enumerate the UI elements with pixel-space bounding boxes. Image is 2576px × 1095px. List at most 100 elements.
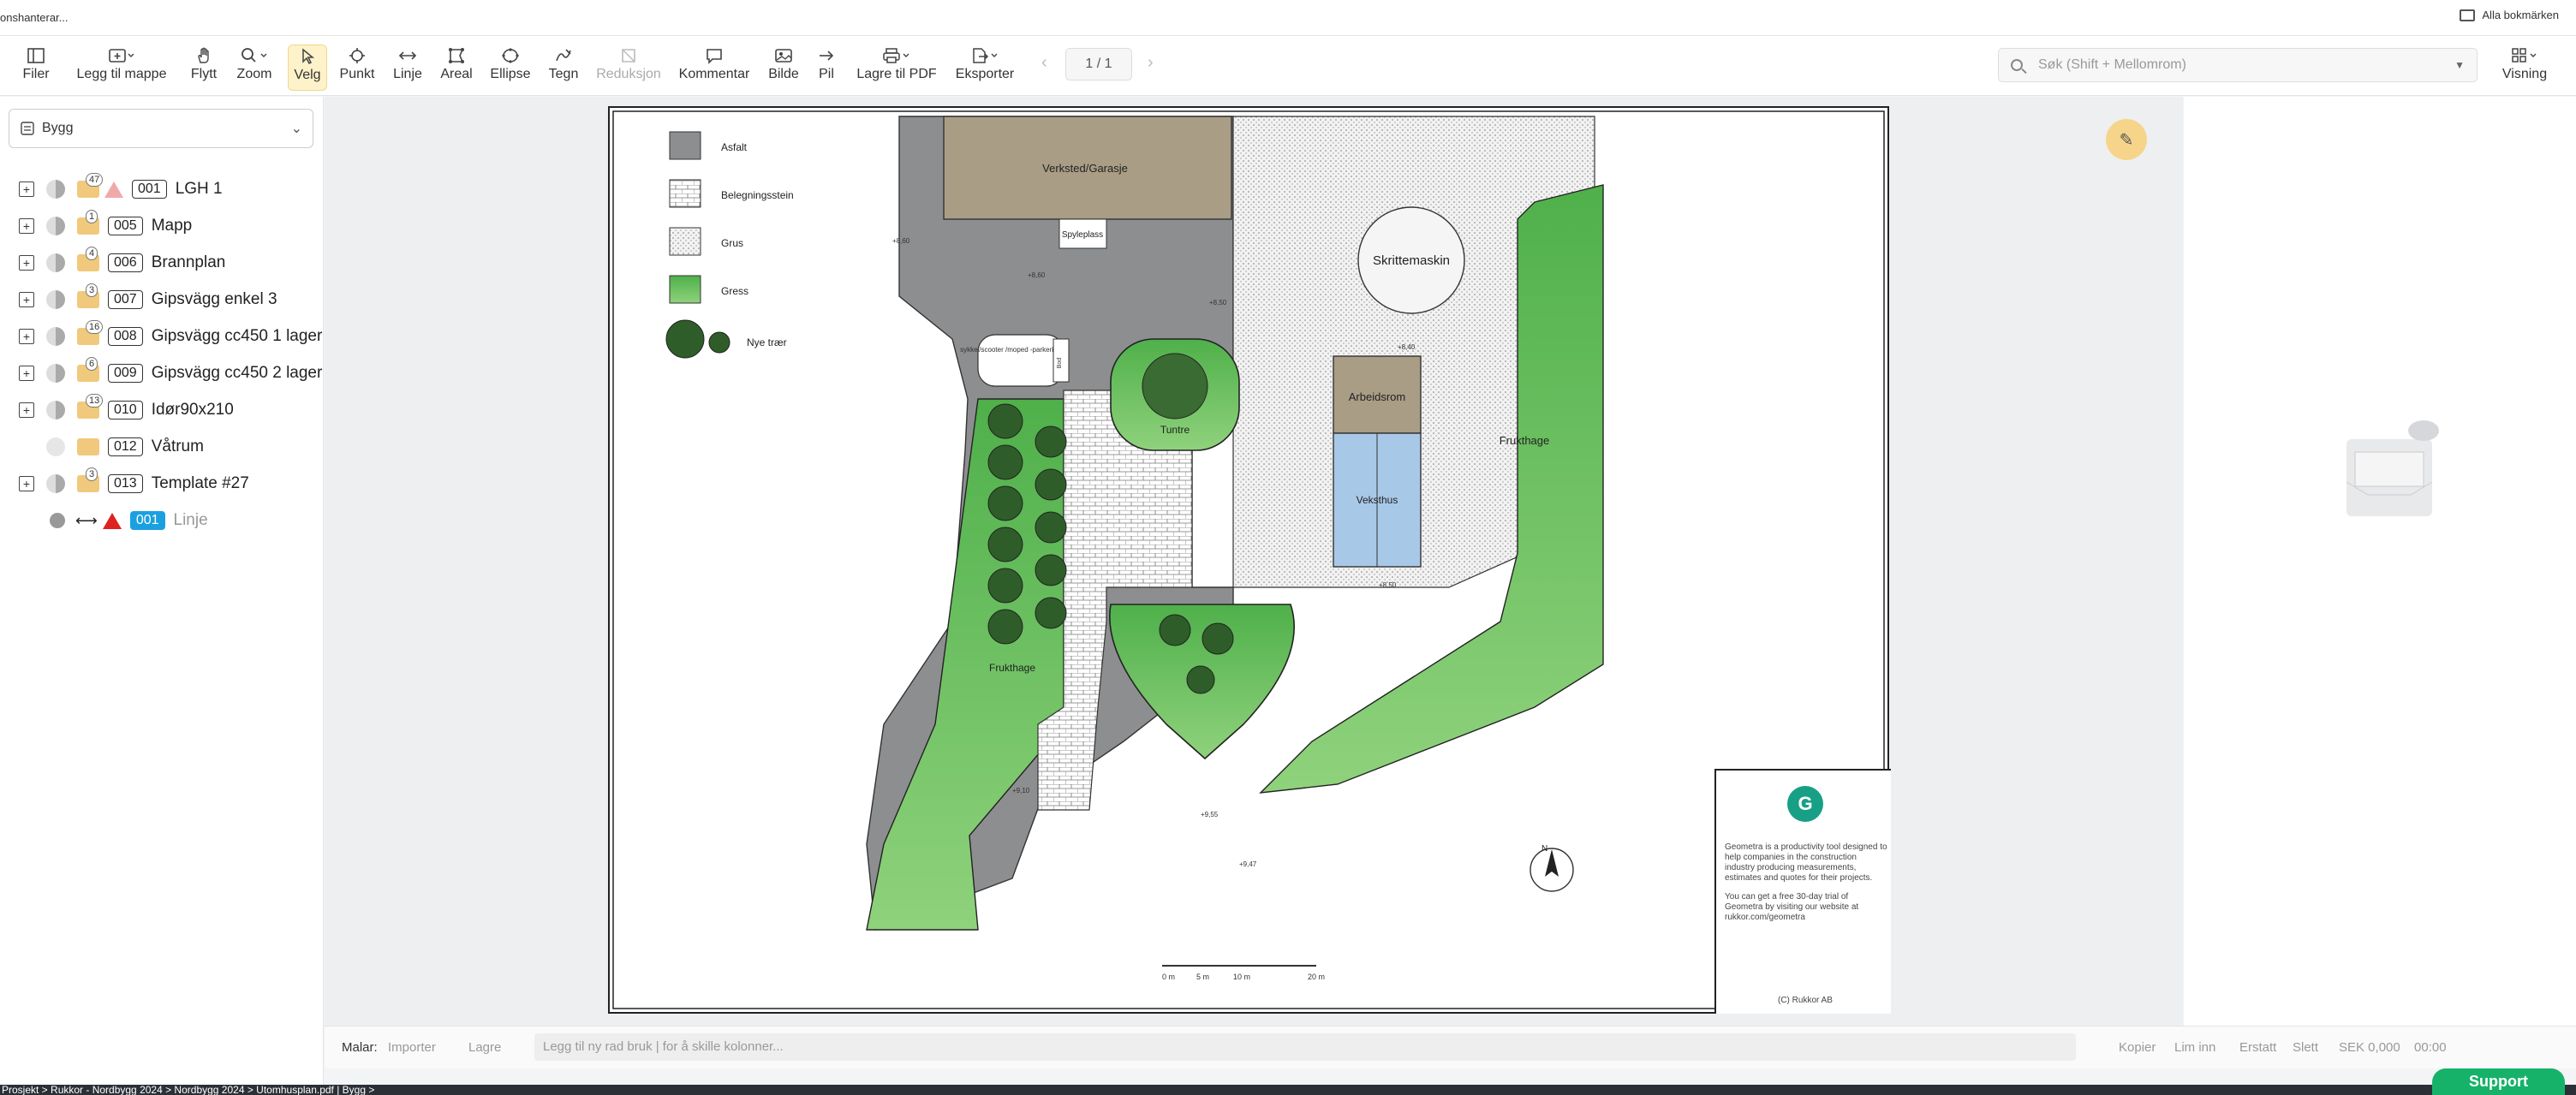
document-icon (21, 122, 34, 135)
tree-row[interactable]: + 1 005 Mapp (0, 209, 192, 243)
titleblock-copyright: (C) Rukkor AB (1778, 996, 1833, 1005)
visibility-icon[interactable] (50, 513, 65, 528)
tuntre-label: Tuntre (1160, 424, 1190, 436)
reduction-icon (620, 45, 637, 67)
reduction-button[interactable]: Reduksjon (594, 45, 663, 91)
chevron-down-icon[interactable]: ▼ (2454, 59, 2465, 71)
row-name: Våtrum (151, 437, 204, 455)
copy-button[interactable]: Kopier (2119, 1040, 2156, 1055)
zoom-button[interactable]: Zoom (233, 45, 276, 91)
visibility-icon[interactable] (46, 327, 65, 346)
select-button[interactable]: Velg (288, 45, 327, 91)
export-icon (970, 45, 999, 67)
count-badge: 16 (86, 320, 104, 334)
row-code: 001 (129, 511, 165, 530)
count-badge: 13 (86, 394, 104, 408)
elevation-label: +8,50 (1379, 581, 1397, 589)
page-indicator[interactable]: 1 / 1 (1065, 48, 1132, 80)
cursor-icon (300, 45, 315, 68)
files-button[interactable]: Filer (17, 45, 55, 91)
row-name: Mapp (151, 217, 193, 235)
arrow-right-icon (818, 45, 835, 67)
visibility-icon[interactable] (46, 217, 65, 235)
point-button[interactable]: Punkt (337, 45, 377, 91)
tree-row[interactable]: + 6 009 Gipsvägg cc450 2 lager (0, 356, 322, 390)
expand-icon[interactable]: + (19, 476, 34, 491)
tree-row[interactable]: + 3 007 Gipsvägg enkel 3 (0, 283, 277, 317)
tree-row[interactable]: + 13 010 Idør90x210 (0, 393, 234, 427)
comment-button[interactable]: Kommentar (677, 45, 752, 91)
save-template-button[interactable]: Lagre (468, 1040, 501, 1055)
delete-button[interactable]: Slett (2293, 1040, 2318, 1055)
expand-icon[interactable]: + (19, 255, 34, 271)
frukthage-left-label: Frukthage (989, 662, 1035, 674)
visibility-icon[interactable] (46, 253, 65, 272)
area-icon (448, 45, 465, 67)
export-button[interactable]: Eksporter (951, 45, 1019, 91)
title-block: G Geometra is a productivity tool design… (1714, 769, 1891, 1014)
save-pdf-button[interactable]: Lagre til PDF (853, 45, 940, 91)
empty-inbox-illustration (2346, 420, 2439, 516)
replace-button[interactable]: Erstatt (2239, 1040, 2276, 1055)
elevation-label: +8,60 (892, 237, 910, 245)
arrow-button[interactable]: Pil (814, 45, 839, 91)
ellipse-button[interactable]: Ellipse (486, 45, 534, 91)
expand-icon[interactable]: + (19, 292, 34, 307)
scale-label: 10 m (1233, 973, 1250, 981)
sidebar: Bygg ⌄ + 47 001 LGH 1 + 1 005 Mapp + 4 0… (0, 97, 324, 1085)
folder-icon: 4 (77, 247, 99, 271)
area-button[interactable]: Areal (437, 45, 476, 91)
import-button[interactable]: Importer (388, 1040, 436, 1055)
support-button[interactable]: Support (2432, 1068, 2565, 1095)
new-row-input[interactable]: Legg til ny rad bruk | for å skille kolo… (534, 1033, 2076, 1061)
row-name: Template #27 (151, 474, 249, 492)
search-icon (2011, 59, 2023, 71)
bookmark-item[interactable]: onshanterar... (0, 11, 69, 24)
visibility-icon[interactable] (46, 437, 65, 456)
expand-icon[interactable]: + (19, 329, 34, 344)
paste-button[interactable]: Lim inn (2174, 1040, 2215, 1055)
row-code: 001 (132, 180, 167, 199)
tree-row[interactable]: + 3 013 Template #27 (0, 467, 249, 501)
view-button[interactable]: Visning (2499, 45, 2550, 91)
all-bookmarks[interactable]: Alla bokmärken (2460, 9, 2559, 21)
folder-icon: 1 (77, 210, 99, 235)
templates-label: Malar: (342, 1040, 378, 1055)
visibility-icon[interactable] (46, 474, 65, 493)
row-code: 006 (108, 253, 143, 272)
visibility-icon[interactable] (46, 290, 65, 309)
visibility-icon[interactable] (46, 180, 65, 199)
warning-icon (104, 181, 123, 198)
add-folder-button[interactable]: Legg til mappe (72, 45, 171, 91)
arrows-horizontal-icon (398, 45, 417, 67)
magnifier-icon (240, 45, 269, 67)
expand-icon[interactable]: + (19, 402, 34, 418)
search-input[interactable]: Søk (Shift + Mellomrom) ▼ (1998, 48, 2478, 82)
tree-row[interactable]: + 47 001 LGH 1 (0, 172, 223, 206)
workshop-label: Verksted/Garasje (1042, 162, 1128, 175)
draw-button[interactable]: Tegn (545, 45, 582, 91)
prev-page-chevron-icon[interactable]: ‹ (1041, 53, 1047, 73)
elevation-label: +9,10 (1012, 787, 1030, 794)
expand-icon[interactable]: + (19, 366, 34, 381)
image-button[interactable]: Bilde (764, 45, 803, 91)
next-page-chevron-icon[interactable]: › (1148, 53, 1154, 73)
expand-icon[interactable]: + (19, 182, 34, 197)
line-button[interactable]: Linje (389, 45, 426, 91)
tree-row[interactable]: + 4 006 Brannplan (0, 246, 225, 280)
veksthus-label: Veksthus (1357, 494, 1398, 506)
group-select[interactable]: Bygg ⌄ (9, 109, 313, 148)
tree-row-selected[interactable]: ⟷ 001 Linje (0, 503, 208, 538)
count-badge: 3 (86, 467, 98, 481)
pencil-icon: ✎ (2119, 130, 2134, 150)
tree-row[interactable]: 012 Våtrum (0, 430, 204, 464)
edit-pencil-button[interactable]: ✎ (2106, 119, 2147, 160)
visibility-icon[interactable] (46, 364, 65, 383)
pan-button[interactable]: Flytt (187, 45, 221, 91)
tree-row[interactable]: + 16 008 Gipsvägg cc450 1 lager (0, 319, 322, 354)
visibility-icon[interactable] (46, 401, 65, 420)
expand-icon[interactable]: + (19, 218, 34, 234)
bod-label: Bod (1057, 358, 1063, 369)
line-measure-icon: ⟷ (75, 511, 98, 529)
site-plan-sheet[interactable]: Verksted/Garasje Spyleplass Skrittemaski… (608, 106, 1891, 1014)
